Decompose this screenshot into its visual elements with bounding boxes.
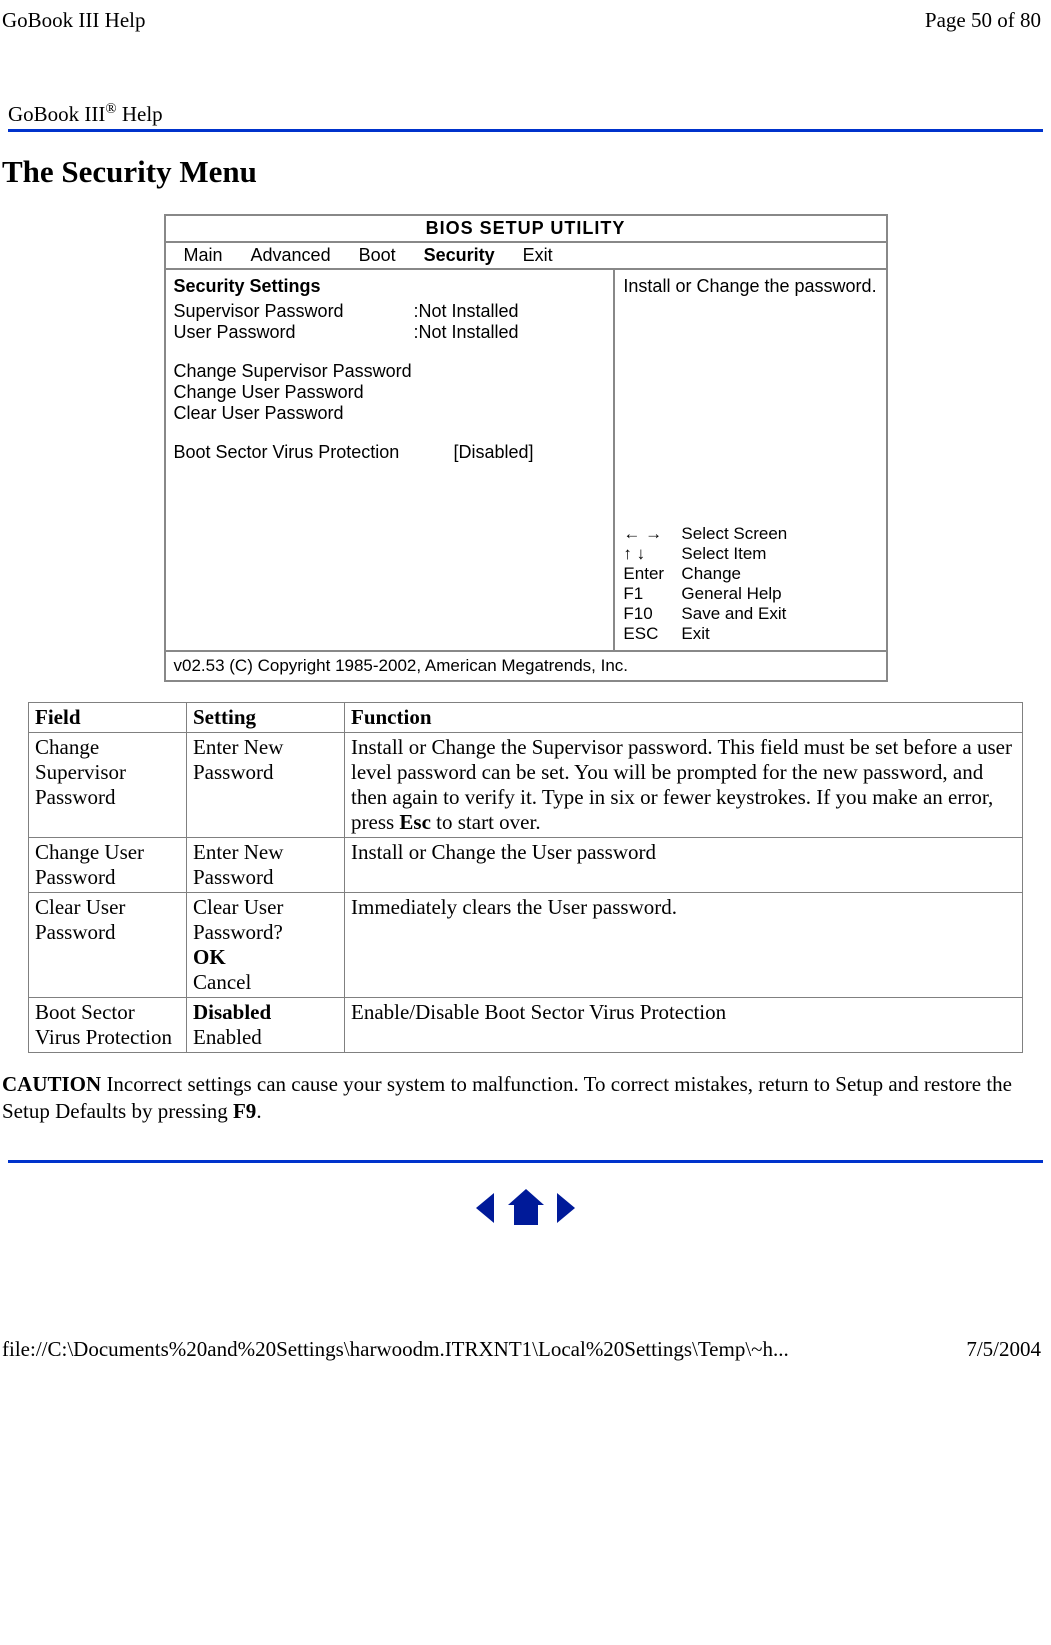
nav-prev-icon[interactable]	[470, 1189, 498, 1227]
bios-key-legend: ← →Select Screen ↑ ↓Select Item EnterCha…	[623, 524, 877, 644]
cell-field: Clear User Password	[29, 893, 187, 998]
bios-boot-sector-value: [Disabled]	[454, 442, 534, 463]
key-arrows-ud: ↑ ↓	[623, 544, 681, 564]
bios-title: BIOS SETUP UTILITY	[166, 216, 886, 241]
bios-footer: v02.53 (C) Copyright 1985-2002, American…	[166, 650, 886, 680]
th-function: Function	[345, 703, 1023, 733]
bios-supervisor-label: Supervisor Password	[174, 301, 414, 322]
key-f1: F1	[623, 584, 681, 604]
table-row: Boot Sector Virus Protection DisabledEna…	[29, 998, 1023, 1053]
bios-security-settings-heading: Security Settings	[174, 276, 606, 297]
key-arrows-lr: ← →	[623, 524, 681, 544]
key-change: Change	[681, 564, 741, 584]
nav-next-icon[interactable]	[553, 1189, 581, 1227]
caution-text: CAUTION Incorrect settings can cause you…	[2, 1071, 1049, 1126]
nav-home-icon[interactable]	[504, 1187, 548, 1229]
cell-function: Enable/Disable Boot Sector Virus Protect…	[345, 998, 1023, 1053]
key-esc: ESC	[623, 624, 681, 644]
header-right: Page 50 of 80	[925, 8, 1041, 33]
key-select-item: Select Item	[681, 544, 766, 564]
cell-setting: Clear User Password?OKCancel	[187, 893, 345, 998]
bios-boot-sector-label: Boot Sector Virus Protection	[174, 442, 454, 463]
bios-supervisor-value: :Not Installed	[414, 301, 519, 322]
key-f10: F10	[623, 604, 681, 624]
registered-mark: ®	[105, 101, 116, 117]
cell-field: Boot Sector Virus Protection	[29, 998, 187, 1053]
help-bar-prefix: GoBook III	[8, 102, 105, 126]
settings-table: Field Setting Function Change Supervisor…	[28, 702, 1023, 1053]
page-title: The Security Menu	[2, 154, 1051, 190]
bios-tab-security: Security	[410, 245, 509, 266]
header-left: GoBook III Help	[2, 8, 145, 33]
bios-right-pane: Install or Change the password. ← →Selec…	[615, 270, 885, 650]
table-row: Change User Password Enter New Password …	[29, 838, 1023, 893]
cell-setting: Enter New Password	[187, 733, 345, 838]
key-enter: Enter	[623, 564, 681, 584]
divider	[8, 1160, 1043, 1163]
bios-change-user: Change User Password	[174, 382, 606, 403]
cell-field: Change User Password	[29, 838, 187, 893]
bios-clear-user: Clear User Password	[174, 403, 606, 424]
th-field: Field	[29, 703, 187, 733]
table-header-row: Field Setting Function	[29, 703, 1023, 733]
caution-label: CAUTION	[2, 1072, 101, 1096]
table-row: Clear User Password Clear User Password?…	[29, 893, 1023, 998]
bios-tab-exit: Exit	[509, 245, 567, 266]
help-title-bar: GoBook III® Help	[8, 101, 1043, 132]
help-bar-suffix: Help	[117, 102, 163, 126]
cell-setting: Enter New Password	[187, 838, 345, 893]
bios-tab-main: Main	[170, 245, 237, 266]
footer-right: 7/5/2004	[966, 1337, 1041, 1362]
bios-tab-advanced: Advanced	[237, 245, 345, 266]
bios-tab-boot: Boot	[345, 245, 410, 266]
key-save-exit: Save and Exit	[681, 604, 786, 624]
key-select-screen: Select Screen	[681, 524, 787, 544]
bios-setup-screenshot: BIOS SETUP UTILITY Main Advanced Boot Se…	[164, 214, 888, 682]
cell-field: Change Supervisor Password	[29, 733, 187, 838]
key-general-help: General Help	[681, 584, 781, 604]
bios-tabs: Main Advanced Boot Security Exit	[166, 241, 886, 270]
cell-function: Install or Change the Supervisor passwor…	[345, 733, 1023, 838]
bios-help-text: Install or Change the password.	[623, 276, 877, 297]
table-row: Change Supervisor Password Enter New Pas…	[29, 733, 1023, 838]
bios-user-label: User Password	[174, 322, 414, 343]
key-exit: Exit	[681, 624, 709, 644]
cell-setting: DisabledEnabled	[187, 998, 345, 1053]
footer-left: file://C:\Documents%20and%20Settings\har…	[2, 1337, 789, 1362]
cell-function: Install or Change the User password	[345, 838, 1023, 893]
bios-left-pane: Security Settings Supervisor Password :N…	[166, 270, 616, 650]
bios-user-value: :Not Installed	[414, 322, 519, 343]
nav-icons	[0, 1187, 1051, 1229]
bios-change-supervisor: Change Supervisor Password	[174, 361, 606, 382]
cell-function: Immediately clears the User password.	[345, 893, 1023, 998]
th-setting: Setting	[187, 703, 345, 733]
